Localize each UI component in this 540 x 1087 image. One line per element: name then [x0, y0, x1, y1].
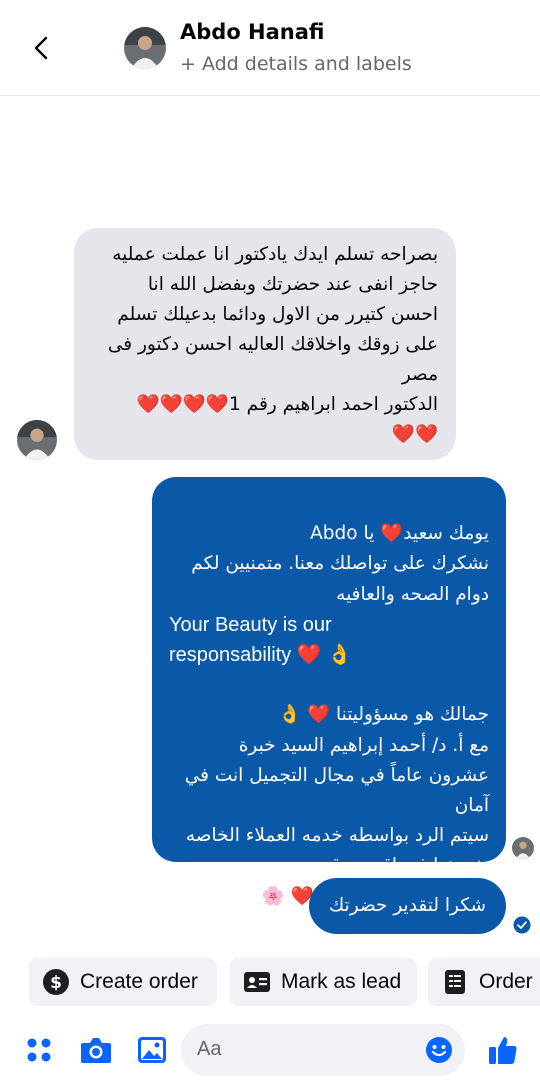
- dollar-circle-icon: $: [43, 969, 69, 995]
- mark-as-lead-label: Mark as lead: [281, 970, 402, 993]
- message-text-english: Your Beauty is our responsability ❤️ 👌: [169, 613, 353, 667]
- message-input[interactable]: Aa: [181, 1024, 465, 1076]
- receipt-icon: [445, 970, 465, 994]
- contact-name[interactable]: Abdo Hanafi: [180, 20, 325, 44]
- incoming-message-bubble[interactable]: بصراحه تسلم ايدك يادكتور انا عملت عمليه …: [74, 228, 456, 460]
- camera-icon[interactable]: [80, 1035, 112, 1065]
- add-details-link[interactable]: + Add details and labels: [180, 53, 412, 75]
- quick-actions-bar: $ Create order Mark as lead Order: [0, 958, 540, 1006]
- create-order-label: Create order: [80, 970, 198, 993]
- sender-avatar: [17, 420, 57, 460]
- contact-avatar[interactable]: [124, 27, 166, 69]
- emoji-icon[interactable]: [425, 1036, 453, 1064]
- read-receipt-avatar: [512, 837, 534, 859]
- svg-text:$: $: [50, 973, 62, 993]
- outgoing-message-bubble[interactable]: يومك سعيد❤️ يا Abdo نشكرك على تواصلك معن…: [152, 477, 506, 907]
- order-label: Order: [479, 970, 533, 993]
- sent-check-icon: [513, 916, 531, 934]
- conversation-header: Abdo Hanafi + Add details and labels: [0, 0, 540, 96]
- back-arrow-icon[interactable]: [28, 32, 56, 64]
- outgoing-message-bubble-short[interactable]: شكرا لتقدير حضرتك: [309, 878, 506, 934]
- message-composer: Aa: [0, 1022, 540, 1082]
- message-text-arabic-top: يومك سعيد❤️ يا Abdo نشكرك على تواصلك معن…: [191, 523, 489, 605]
- message-text-arabic-bottom: جمالك هو مسؤوليتنا ❤️ 👌 مع أ. د/ أحمد إب…: [184, 704, 489, 907]
- contact-card-icon: [244, 972, 270, 992]
- order-button[interactable]: Order: [428, 958, 540, 1006]
- mark-as-lead-button[interactable]: Mark as lead: [230, 958, 417, 1006]
- create-order-button[interactable]: $ Create order: [29, 958, 217, 1006]
- menu-dots-icon[interactable]: [25, 1036, 53, 1064]
- gallery-icon[interactable]: [137, 1035, 167, 1065]
- message-input-placeholder: Aa: [197, 1038, 222, 1060]
- thumbs-up-icon[interactable]: [487, 1034, 519, 1066]
